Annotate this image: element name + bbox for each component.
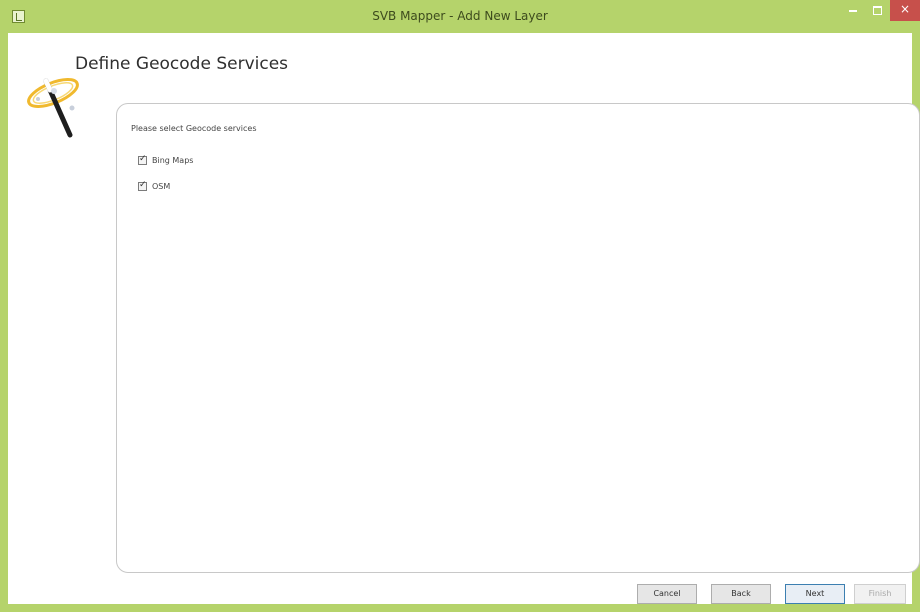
window-title: SVB Mapper - Add New Layer xyxy=(372,9,548,23)
geocode-services-panel: Please select Geocode services Bing Maps… xyxy=(116,103,920,573)
close-button[interactable]: × xyxy=(890,0,920,21)
wizard-window: SVB Mapper - Add New Layer × Define Geoc… xyxy=(0,0,920,612)
close-icon: × xyxy=(899,2,911,16)
title-bar[interactable]: SVB Mapper - Add New Layer × xyxy=(0,0,920,33)
select-prompt: Please select Geocode services xyxy=(131,124,257,133)
maximize-button[interactable] xyxy=(866,0,888,21)
next-button[interactable]: Next xyxy=(785,584,845,604)
minimize-icon xyxy=(849,10,857,12)
osm-label[interactable]: OSM xyxy=(152,182,170,191)
magic-wand-icon xyxy=(27,78,79,138)
service-option-bing-maps[interactable]: Bing Maps xyxy=(138,154,193,166)
wizard-content: Define Geocode Services Please select Ge… xyxy=(8,33,920,604)
service-option-osm[interactable]: OSM xyxy=(138,180,170,192)
maximize-icon xyxy=(872,6,882,15)
bing-maps-checkbox[interactable] xyxy=(138,154,147,165)
page-title: Define Geocode Services xyxy=(75,54,289,74)
finish-button[interactable]: Finish xyxy=(854,584,906,604)
minimize-button[interactable] xyxy=(842,0,864,21)
back-button[interactable]: Back xyxy=(711,584,771,604)
cancel-button[interactable]: Cancel xyxy=(637,584,697,604)
bing-maps-label[interactable]: Bing Maps xyxy=(152,156,193,165)
osm-checkbox[interactable] xyxy=(138,180,147,191)
